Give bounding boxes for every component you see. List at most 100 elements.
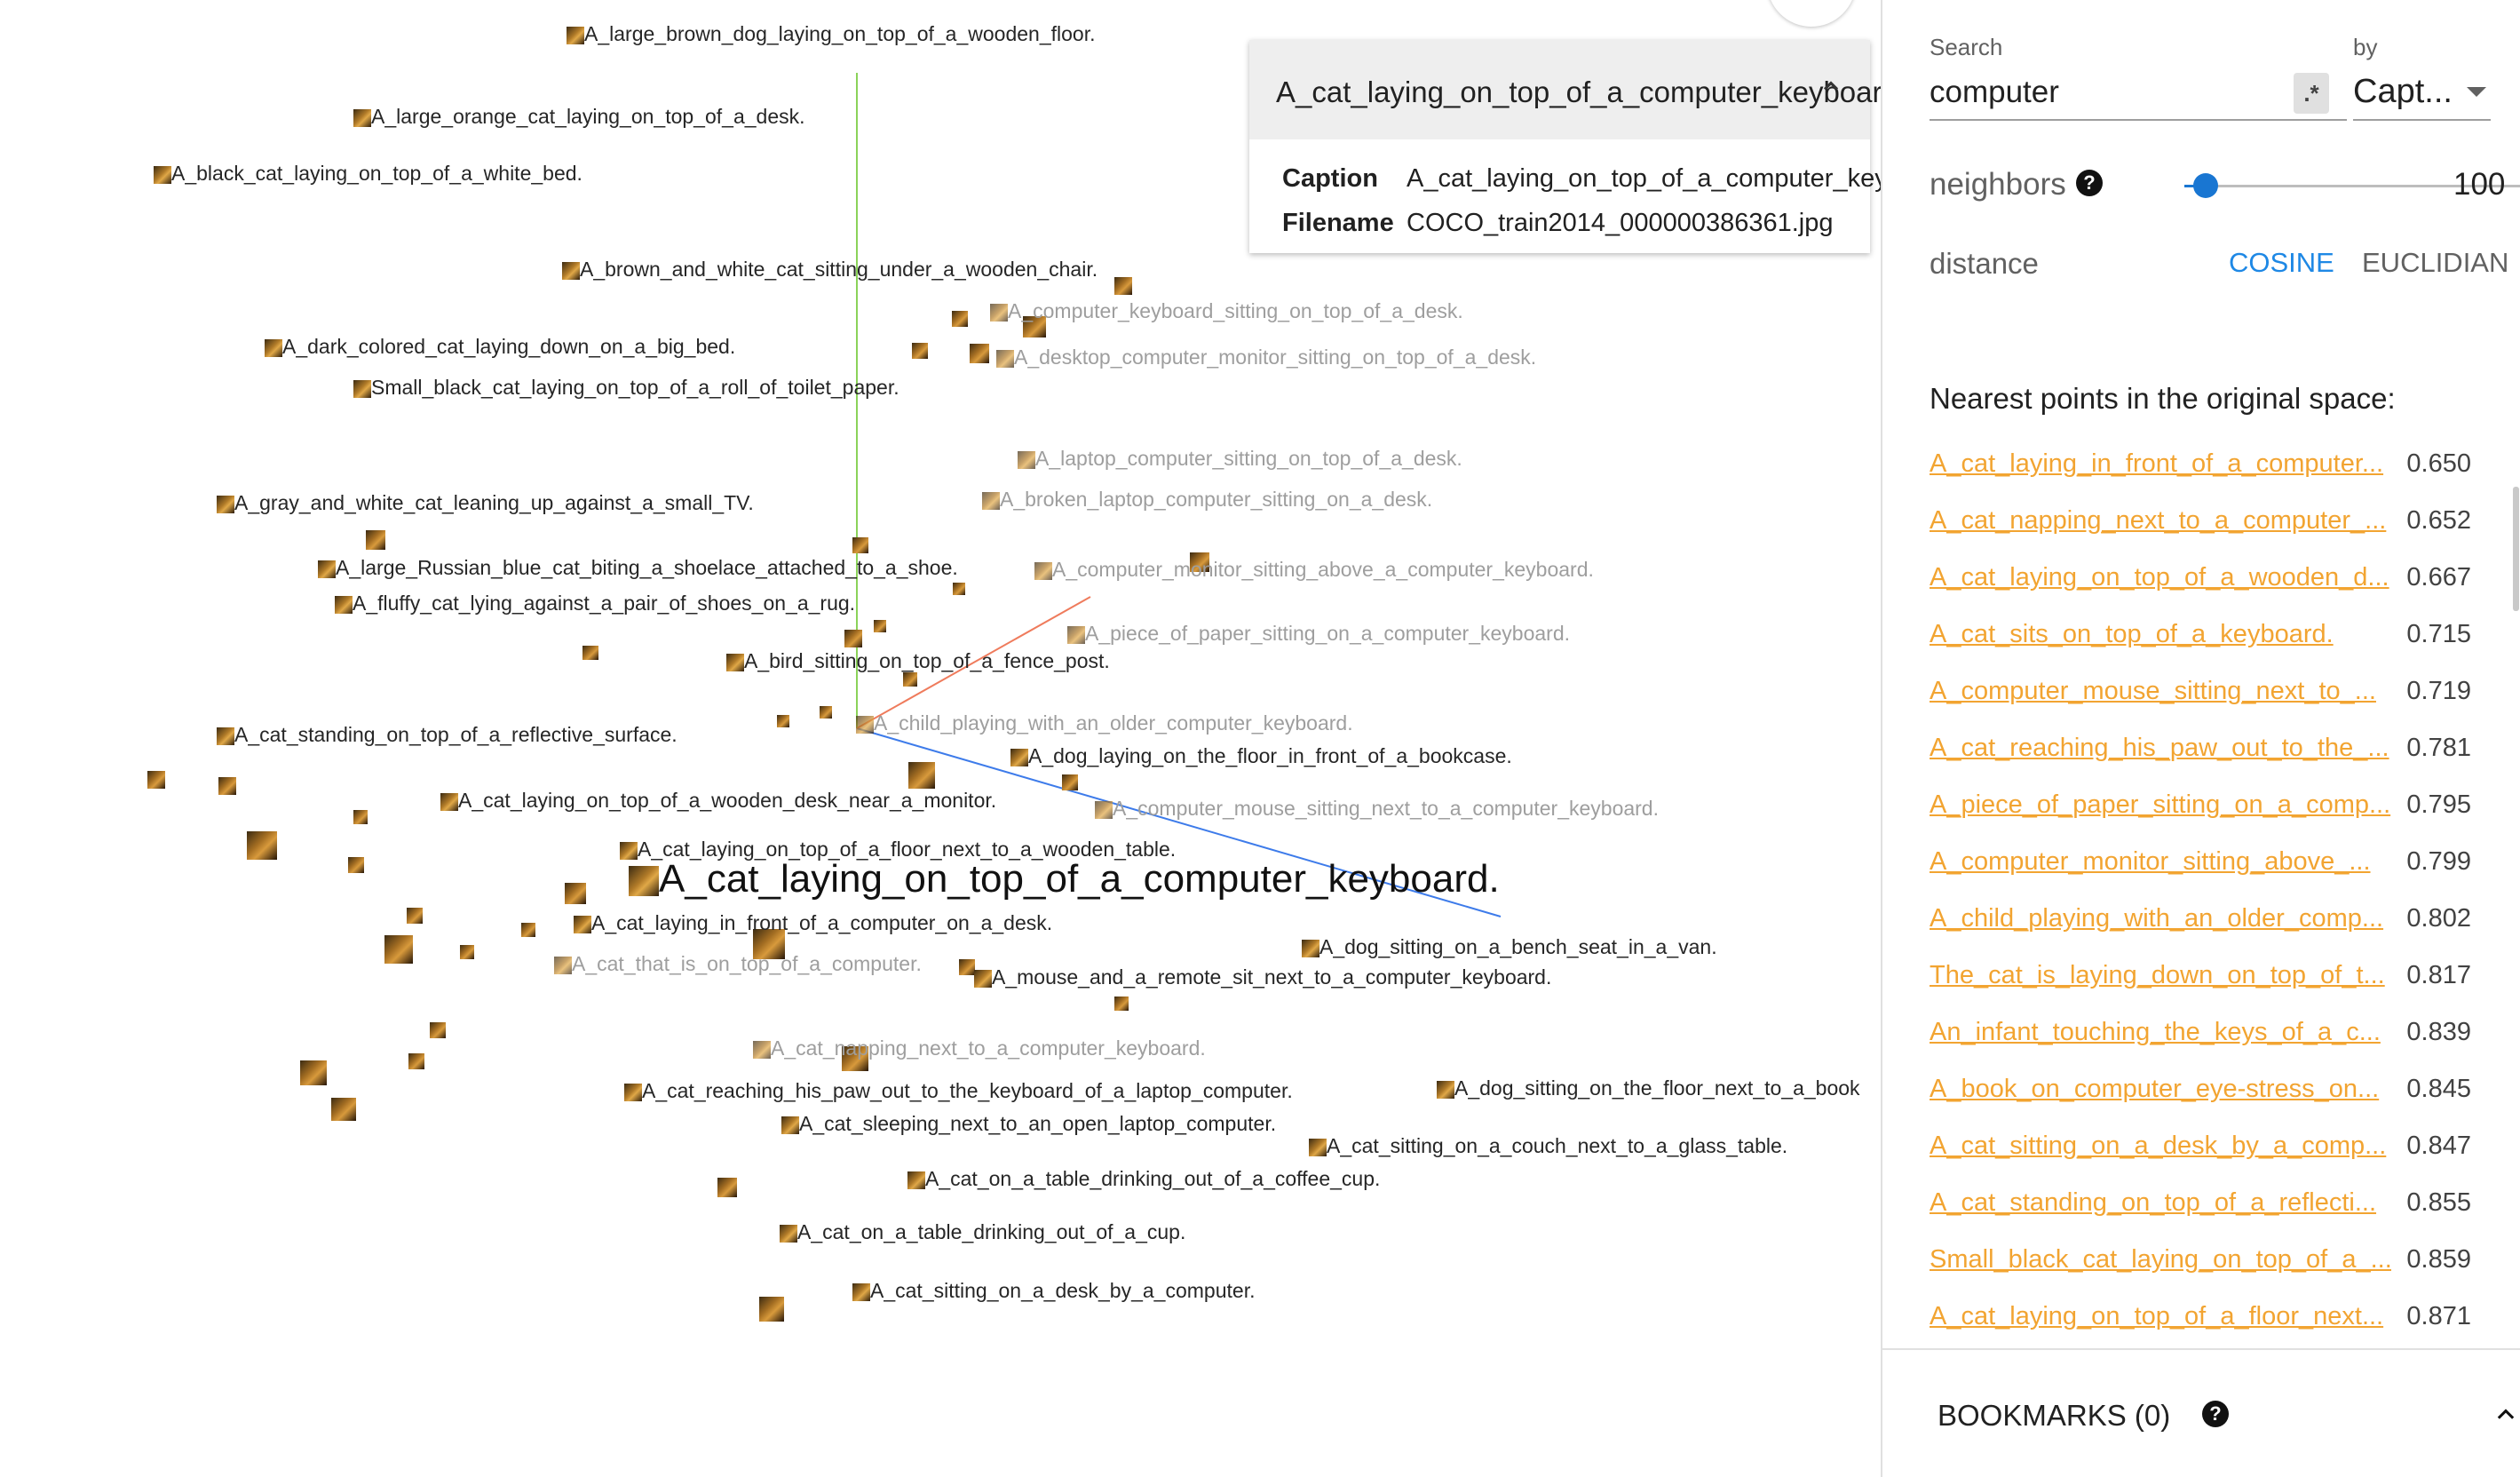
cosine-button[interactable]: COSINE xyxy=(2229,247,2334,279)
list-item[interactable]: A_cat_standing_on_top_of_a_reflecti... 0.… xyxy=(1930,1183,2471,1240)
selected-point-label[interactable]: A_cat_laying_on_top_of_a_computer_keyboa… xyxy=(629,860,1500,899)
neighbor-caption-link[interactable]: A_computer_mouse_sitting_next_to_... xyxy=(1930,677,2391,706)
point-thumbnail[interactable] xyxy=(384,935,413,964)
point-label[interactable]: A_cat_napping_next_to_a_computer_keyboar… xyxy=(753,1038,1206,1059)
point-thumbnail[interactable] xyxy=(970,344,989,363)
point-thumbnail[interactable] xyxy=(430,1022,446,1038)
point-label[interactable]: A_mouse_and_a_remote_sit_next_to_a_compu… xyxy=(974,967,1551,988)
neighbor-caption-link[interactable]: A_child_playing_with_an_older_comp... xyxy=(1930,904,2391,933)
point-label[interactable]: A_cat_standing_on_top_of_a_reflective_su… xyxy=(217,725,678,745)
euclidean-button[interactable]: EUCLIDIAN xyxy=(2362,247,2508,279)
point-label[interactable]: A_laptop_computer_sitting_on_top_of_a_de… xyxy=(1018,449,1462,469)
neighbor-caption-link[interactable]: A_cat_sits_on_top_of_a_keyboard. xyxy=(1930,620,2391,649)
point-label[interactable]: A_fluffy_cat_lying_against_a_pair_of_sho… xyxy=(335,593,855,614)
search-by-select[interactable]: Capt... xyxy=(2353,73,2453,111)
neighbor-caption-link[interactable]: A_computer_monitor_sitting_above_... xyxy=(1930,847,2391,877)
chevron-up-icon[interactable] xyxy=(2492,1402,2520,1426)
point-thumbnail[interactable] xyxy=(1062,774,1078,790)
neighbor-caption-link[interactable]: A_cat_napping_next_to_a_computer_... xyxy=(1930,506,2391,536)
point-thumbnail[interactable] xyxy=(300,1060,327,1085)
point-thumbnail[interactable] xyxy=(953,583,965,595)
point-label[interactable]: A_cat_laying_on_top_of_a_wooden_desk_nea… xyxy=(440,790,996,811)
point-label[interactable]: A_cat_on_a_table_drinking_out_of_a_coffe… xyxy=(907,1169,1380,1189)
point-thumbnail[interactable] xyxy=(247,831,277,860)
list-item[interactable]: A_computer_monitor_sitting_above_... 0.79… xyxy=(1930,842,2471,899)
neighbor-caption-link[interactable]: A_cat_sitting_on_a_desk_by_a_comp... xyxy=(1930,1132,2391,1161)
list-item[interactable]: An_infant_touching_the_keys_of_a_c... 0.8… xyxy=(1930,1012,2471,1069)
search-input[interactable]: computer xyxy=(1930,75,2059,110)
point-label[interactable]: A_cat_sitting_on_a_couch_next_to_a_glass… xyxy=(1309,1136,1787,1156)
list-item[interactable]: A_cat_napping_next_to_a_computer_... 0.65… xyxy=(1930,501,2471,558)
point-thumbnail[interactable] xyxy=(777,715,789,727)
list-item[interactable]: A_cat_laying_in_front_of_a_computer... 0.… xyxy=(1930,444,2471,501)
point-thumbnail[interactable] xyxy=(565,883,586,904)
projection-canvas[interactable]: A_large_brown_dog_laying_on_top_of_a_woo… xyxy=(0,0,1881,1477)
point-label[interactable]: A_large_Russian_blue_cat_biting_a_shoela… xyxy=(318,558,958,578)
dropdown-arrow-icon[interactable] xyxy=(2467,87,2486,97)
neighbor-caption-link[interactable]: A_cat_reaching_his_paw_out_to_the_... xyxy=(1930,734,2391,763)
neighbor-caption-link[interactable]: A_cat_laying_in_front_of_a_computer... xyxy=(1930,449,2391,479)
point-thumbnail[interactable] xyxy=(147,771,165,789)
bookmarks-header[interactable]: BOOKMARKS (0) xyxy=(1938,1399,2170,1433)
point-thumbnail[interactable] xyxy=(1114,997,1129,1011)
list-item[interactable]: A_cat_sitting_on_a_desk_by_a_comp... 0.84… xyxy=(1930,1126,2471,1183)
point-thumbnail[interactable] xyxy=(353,810,368,824)
point-thumbnail[interactable] xyxy=(959,959,975,975)
point-thumbnail[interactable] xyxy=(218,777,236,795)
point-thumbnail[interactable] xyxy=(348,857,364,873)
list-item[interactable]: A_child_playing_with_an_older_comp... 0.8… xyxy=(1930,899,2471,956)
point-label[interactable]: A_broken_laptop_computer_sitting_on_a_de… xyxy=(982,489,1432,510)
neighbor-caption-link[interactable]: A_book_on_computer_eye-stress_on... xyxy=(1930,1075,2391,1104)
point-label[interactable]: A_cat_sitting_on_a_desk_by_a_computer. xyxy=(852,1281,1255,1301)
point-label[interactable]: A_cat_sleeping_next_to_an_open_laptop_co… xyxy=(781,1114,1276,1134)
point-label[interactable]: A_cat_reaching_his_paw_out_to_the_keyboa… xyxy=(624,1081,1293,1101)
point-label[interactable]: A_bird_sitting_on_top_of_a_fence_post. xyxy=(726,651,1110,671)
point-label[interactable]: A_computer_mouse_sitting_next_to_a_compu… xyxy=(1095,798,1659,819)
point-thumbnail[interactable] xyxy=(582,646,598,660)
help-icon[interactable]: ? xyxy=(2076,170,2103,196)
list-item[interactable]: A_computer_mouse_sitting_next_to_... 0.71… xyxy=(1930,671,2471,728)
point-label[interactable]: A_gray_and_white_cat_leaning_up_against_… xyxy=(217,493,754,513)
point-label[interactable]: A_dark_colored_cat_laying_down_on_a_big_… xyxy=(265,337,735,357)
point-thumbnail[interactable] xyxy=(331,1098,356,1121)
point-label[interactable]: A_child_playing_with_an_older_computer_k… xyxy=(856,713,1353,734)
point-label[interactable]: A_large_orange_cat_laying_on_top_of_a_de… xyxy=(353,107,805,127)
point-thumbnail[interactable] xyxy=(521,923,535,937)
list-item[interactable]: A_book_on_computer_eye-stress_on... 0.845 xyxy=(1930,1069,2471,1126)
neighbor-caption-link[interactable]: A_piece_of_paper_sitting_on_a_comp... xyxy=(1930,790,2391,820)
point-thumbnail[interactable] xyxy=(952,311,968,327)
neighbor-caption-link[interactable]: A_cat_laying_on_top_of_a_wooden_d... xyxy=(1930,563,2391,592)
point-label[interactable]: A_cat_laying_in_front_of_a_computer_on_a… xyxy=(574,913,1052,933)
point-label[interactable]: A_dog_sitting_on_a_bench_seat_in_a_van. xyxy=(1302,937,1717,957)
point-thumbnail[interactable] xyxy=(844,630,862,647)
point-label[interactable]: A_computer_monitor_sitting_above_a_compu… xyxy=(1034,560,1594,580)
point-label[interactable]: A_cat_on_a_table_drinking_out_of_a_cup. xyxy=(780,1222,1185,1243)
point-thumbnail[interactable] xyxy=(460,945,474,959)
list-item[interactable]: The_cat_is_laying_down_on_top_of_t... 0.8… xyxy=(1930,956,2471,1012)
list-item[interactable]: A_piece_of_paper_sitting_on_a_comp... 0.7… xyxy=(1930,785,2471,842)
point-label[interactable]: A_brown_and_white_cat_sitting_under_a_wo… xyxy=(562,259,1098,280)
point-thumbnail[interactable] xyxy=(852,537,868,553)
point-thumbnail[interactable] xyxy=(407,908,423,924)
neighbor-caption-link[interactable]: A_cat_laying_on_top_of_a_floor_next... xyxy=(1930,1302,2391,1331)
list-item[interactable]: Small_black_cat_laying_on_top_of_a_... 0.… xyxy=(1930,1240,2471,1297)
point-label[interactable]: A_desktop_computer_monitor_sitting_on_to… xyxy=(996,347,1536,368)
regex-toggle-button[interactable]: .* xyxy=(2294,73,2329,114)
point-thumbnail[interactable] xyxy=(874,620,886,632)
point-thumbnail[interactable] xyxy=(717,1178,737,1197)
point-label[interactable]: A_large_brown_dog_laying_on_top_of_a_woo… xyxy=(567,24,1095,44)
help-icon[interactable]: ? xyxy=(2202,1401,2229,1427)
point-label[interactable]: A_dog_sitting_on_the_floor_next_to_a_boo… xyxy=(1437,1078,1860,1099)
list-item[interactable]: A_cat_sits_on_top_of_a_keyboard. 0.715 xyxy=(1930,615,2471,671)
neighbor-caption-link[interactable]: An_infant_touching_the_keys_of_a_c... xyxy=(1930,1018,2391,1047)
neighbor-caption-link[interactable]: Small_black_cat_laying_on_top_of_a_... xyxy=(1930,1245,2391,1275)
point-thumbnail[interactable] xyxy=(820,706,832,719)
list-item[interactable]: A_cat_laying_on_top_of_a_wooden_d... 0.66… xyxy=(1930,558,2471,615)
point-label[interactable]: A_black_cat_laying_on_top_of_a_white_bed… xyxy=(154,163,582,184)
point-label[interactable]: A_dog_laying_on_the_floor_in_front_of_a_… xyxy=(1010,746,1512,766)
point-thumbnail[interactable] xyxy=(408,1053,424,1069)
point-thumbnail[interactable] xyxy=(908,762,935,789)
point-thumbnail[interactable] xyxy=(366,530,385,550)
list-item[interactable]: A_cat_laying_on_top_of_a_floor_next... 0.… xyxy=(1930,1297,2471,1332)
point-label[interactable]: A_computer_keyboard_sitting_on_top_of_a_… xyxy=(990,301,1463,322)
